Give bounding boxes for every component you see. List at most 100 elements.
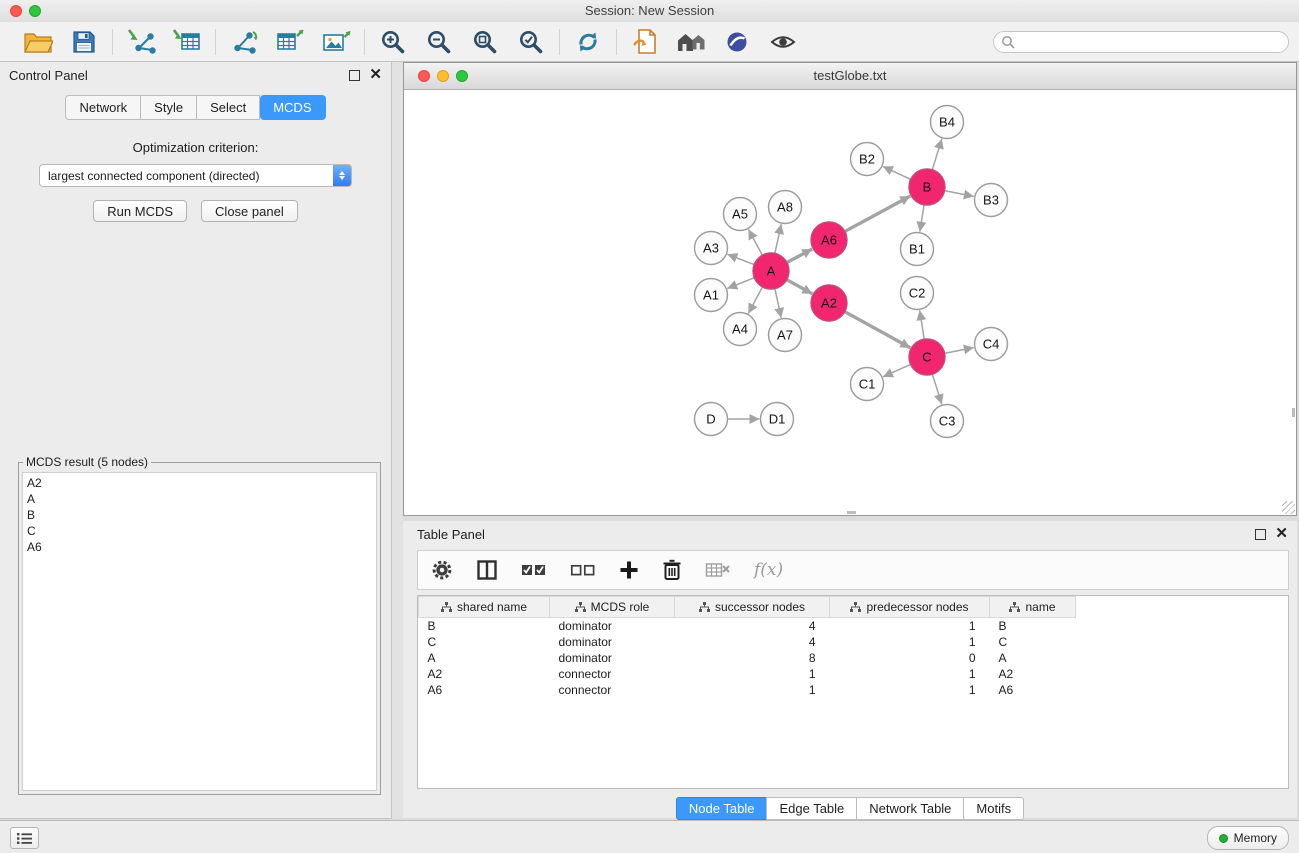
network-node[interactable]: C4	[975, 328, 1008, 361]
table-cell[interactable]: dominator	[550, 650, 675, 666]
table-cell[interactable]: connector	[550, 666, 675, 682]
network-node[interactable]: A3	[695, 232, 728, 265]
network-node[interactable]: A6	[811, 222, 847, 258]
mcds-result-item[interactable]: C	[27, 523, 372, 539]
network-node[interactable]: A	[753, 253, 789, 289]
tab-network[interactable]: Network	[65, 95, 141, 120]
network-node[interactable]: C2	[901, 277, 934, 310]
open-doc-icon[interactable]	[630, 27, 660, 57]
table-cell[interactable]: 4	[675, 618, 830, 635]
network-node[interactable]: D1	[761, 403, 794, 436]
memory-button[interactable]: Memory	[1207, 826, 1289, 850]
table-cell[interactable]: 1	[830, 618, 990, 635]
open-session-icon[interactable]	[23, 27, 53, 57]
zoom-selected-icon[interactable]	[516, 27, 546, 57]
vertical-scrollbar-thumb[interactable]	[1292, 408, 1295, 417]
eye-icon[interactable]	[768, 27, 798, 57]
run-mcds-button[interactable]: Run MCDS	[93, 200, 187, 222]
table-cell[interactable]: B	[990, 618, 1076, 635]
column-header-predecessor-nodes[interactable]: predecessor nodes	[830, 597, 990, 618]
table-cell[interactable]: A	[419, 650, 550, 666]
mcds-result-list[interactable]: A2ABCA6	[22, 472, 377, 791]
network-node[interactable]: A4	[724, 313, 757, 346]
network-node[interactable]: C1	[851, 368, 884, 401]
table-row[interactable]: A2connector11A2	[419, 666, 1076, 682]
network-node[interactable]: B3	[975, 184, 1008, 217]
criterion-dropdown[interactable]: largest connected component (directed)	[39, 164, 352, 187]
table-cell[interactable]: C	[419, 634, 550, 650]
network-node[interactable]: A8	[769, 191, 802, 224]
table-cell[interactable]: 1	[830, 634, 990, 650]
select-all-icon[interactable]	[521, 562, 547, 578]
table-cell[interactable]: 4	[675, 634, 830, 650]
network-edge[interactable]	[748, 287, 762, 314]
network-edge[interactable]	[775, 224, 781, 253]
network-edge[interactable]	[945, 347, 974, 353]
table-cell[interactable]: A2	[990, 666, 1076, 682]
close-panel-button[interactable]: Close panel	[201, 200, 298, 222]
table-cell[interactable]: A6	[990, 682, 1076, 698]
new-network-icon[interactable]	[229, 27, 259, 57]
table-cell[interactable]: 1	[675, 666, 830, 682]
network-edge[interactable]	[920, 310, 925, 339]
tab-motifs[interactable]: Motifs	[963, 797, 1024, 820]
network-edge[interactable]	[727, 278, 754, 289]
import-table-icon[interactable]	[172, 27, 202, 57]
table-row[interactable]: A6connector11A6	[419, 682, 1076, 698]
network-edge[interactable]	[920, 205, 924, 232]
table-cell[interactable]: 0	[830, 650, 990, 666]
network-node[interactable]: B4	[931, 106, 964, 139]
network-edge[interactable]	[883, 364, 911, 376]
network-edge[interactable]	[845, 312, 911, 348]
float-table-panel-icon[interactable]	[1255, 529, 1266, 540]
close-table-panel-icon[interactable]: ✕	[1275, 528, 1288, 540]
search-input[interactable]	[1019, 34, 1281, 50]
table-row[interactable]: Adominator80A	[419, 650, 1076, 666]
column-icon[interactable]	[476, 559, 498, 581]
home-icon[interactable]	[676, 27, 706, 57]
network-edge[interactable]	[932, 374, 941, 404]
network-node[interactable]: D	[695, 403, 728, 436]
network-edge[interactable]	[787, 249, 812, 263]
tab-select[interactable]: Select	[197, 95, 260, 120]
network-edge[interactable]	[932, 139, 942, 170]
table-cell[interactable]: connector	[550, 682, 675, 698]
deselect-all-icon[interactable]	[570, 562, 596, 578]
table-cell[interactable]: 1	[830, 666, 990, 682]
network-edge[interactable]	[727, 254, 754, 264]
task-history-button[interactable]	[10, 827, 39, 849]
network-node[interactable]: C3	[931, 405, 964, 438]
horizontal-scrollbar-thumb[interactable]	[847, 511, 856, 514]
refresh-icon[interactable]	[573, 27, 603, 57]
column-header-name[interactable]: name	[990, 597, 1076, 618]
annotate-icon[interactable]	[722, 27, 752, 57]
column-header-shared-name[interactable]: shared name	[419, 597, 550, 618]
network-node[interactable]: A2	[811, 285, 847, 321]
network-edge[interactable]	[787, 280, 813, 294]
panel-splitter[interactable]	[391, 62, 403, 818]
network-canvas[interactable]: B4B2BB3A5A8A6B1A3AC2A1A2A4A7C4CC1C3DD1	[404, 90, 1296, 515]
float-panel-icon[interactable]	[349, 70, 360, 81]
network-node[interactable]: B2	[851, 143, 884, 176]
network-node[interactable]: C	[909, 339, 945, 375]
zoom-fit-icon[interactable]	[470, 27, 500, 57]
mcds-result-item[interactable]: A6	[27, 539, 372, 555]
search-box[interactable]	[993, 31, 1289, 53]
table-cell[interactable]: 8	[675, 650, 830, 666]
tab-mcds[interactable]: MCDS	[260, 95, 325, 120]
network-node[interactable]: A1	[695, 279, 728, 312]
column-header-mcds-role[interactable]: MCDS role	[550, 597, 675, 618]
table-cell[interactable]: B	[419, 618, 550, 635]
network-node[interactable]: A7	[769, 319, 802, 352]
mcds-result-item[interactable]: A	[27, 491, 372, 507]
export-image-icon[interactable]	[321, 27, 351, 57]
network-window-titlebar[interactable]: testGlobe.txt	[404, 63, 1296, 90]
table-cell[interactable]: dominator	[550, 618, 675, 635]
network-edge[interactable]	[945, 191, 974, 197]
table-cell[interactable]: 1	[830, 682, 990, 698]
add-row-icon[interactable]	[619, 560, 639, 580]
network-edge[interactable]	[775, 289, 781, 318]
network-edge[interactable]	[883, 166, 911, 179]
close-panel-icon[interactable]: ✕	[369, 69, 382, 81]
table-cell[interactable]: C	[990, 634, 1076, 650]
